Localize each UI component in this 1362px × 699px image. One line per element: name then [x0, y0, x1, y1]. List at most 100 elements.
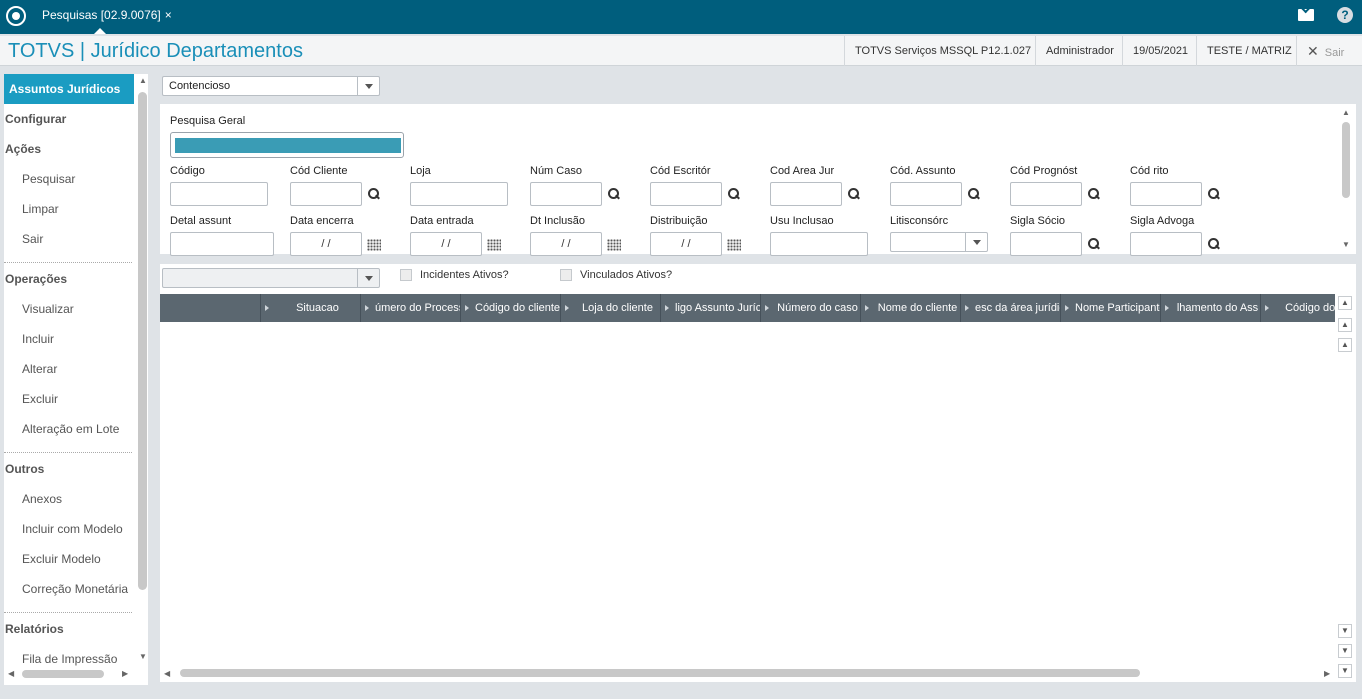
- sidebar-item-visualizar[interactable]: Visualizar: [22, 302, 74, 316]
- vinculados-ativos-checkbox[interactable]: [560, 269, 572, 281]
- totvs-logo-icon[interactable]: [6, 6, 26, 26]
- sidebar-item-correcao-monetaria[interactable]: Correção Monetária: [22, 582, 128, 596]
- scroll-up-icon[interactable]: ▲: [1338, 338, 1352, 352]
- cod-prognostico-input[interactable]: [1010, 182, 1082, 206]
- litisconsorcio-select[interactable]: [890, 232, 988, 252]
- search-icon[interactable]: [368, 188, 380, 200]
- sigla-advogado-input[interactable]: [1130, 232, 1202, 256]
- usu-inclusao-input[interactable]: [770, 232, 868, 256]
- grid-column-header[interactable]: Situacao: [260, 294, 360, 322]
- incidentes-ativos-checkbox[interactable]: [400, 269, 412, 281]
- mail-icon[interactable]: [1298, 9, 1314, 21]
- sidebar-item-assuntos-juridicos[interactable]: Assuntos Jurídicos: [4, 74, 134, 104]
- grid-column-header[interactable]: esc da área jurídic: [960, 294, 1060, 322]
- sidebar-item-configurar[interactable]: Configurar: [5, 112, 66, 126]
- scroll-up-icon[interactable]: ▲: [139, 76, 147, 85]
- scroll-right-icon[interactable]: ▶: [1324, 669, 1330, 678]
- loja-input[interactable]: [410, 182, 508, 206]
- sidebar-item-limpar[interactable]: Limpar: [22, 202, 59, 216]
- calendar-icon[interactable]: [367, 239, 381, 251]
- detal-assunto-input[interactable]: [170, 232, 274, 256]
- scrollbar-thumb[interactable]: [180, 669, 1140, 677]
- scroll-page-down-icon[interactable]: ▼: [1338, 644, 1352, 658]
- scrollbar-thumb[interactable]: [138, 92, 147, 590]
- field-label-detal-assunto: Detal assunt: [170, 215, 232, 227]
- search-icon[interactable]: [1208, 188, 1220, 200]
- sort-icon: [965, 305, 969, 311]
- sigla-socio-input[interactable]: [1010, 232, 1082, 256]
- scroll-up-icon[interactable]: ▲: [1342, 108, 1350, 117]
- grid-column-header[interactable]: Código do as: [1260, 294, 1335, 322]
- scroll-bottom-icon[interactable]: ▼: [1338, 664, 1352, 678]
- grid-vertical-scrollbar[interactable]: ▲ ▲ ▲ ▼ ▼ ▼: [1336, 294, 1356, 682]
- grid-column-header[interactable]: úmero do Process: [360, 294, 460, 322]
- sidebar-item-fila-de-impressao[interactable]: Fila de Impressão: [22, 652, 117, 666]
- sidebar-item-pesquisar[interactable]: Pesquisar: [22, 172, 75, 186]
- scroll-left-icon[interactable]: ◀: [164, 669, 170, 678]
- sidebar-item-alterar[interactable]: Alterar: [22, 362, 57, 376]
- scroll-down-icon[interactable]: ▼: [139, 652, 147, 661]
- sidebar-item-incluir[interactable]: Incluir: [22, 332, 54, 346]
- grid-column-header[interactable]: Loja do cliente: [560, 294, 660, 322]
- scroll-down-icon[interactable]: ▼: [1342, 240, 1350, 249]
- distribuicao-input[interactable]: / /: [650, 232, 722, 256]
- search-icon[interactable]: [728, 188, 740, 200]
- process-type-select[interactable]: Contencioso: [162, 76, 380, 96]
- search-icon[interactable]: [968, 188, 980, 200]
- grid-column-header[interactable]: Nome do cliente: [860, 294, 960, 322]
- grid-column-header[interactable]: Número do caso: [760, 294, 860, 322]
- cod-assunto-input[interactable]: [890, 182, 962, 206]
- data-encerramento-input[interactable]: / /: [290, 232, 362, 256]
- cod-escritorio-input[interactable]: [650, 182, 722, 206]
- cod-cliente-input[interactable]: [290, 182, 362, 206]
- grid-column-header[interactable]: ligo Assunto Juríc: [660, 294, 760, 322]
- scroll-page-up-icon[interactable]: ▲: [1338, 318, 1352, 332]
- scroll-top-icon[interactable]: ▲: [1338, 296, 1352, 310]
- num-caso-input[interactable]: [530, 182, 602, 206]
- sidebar-item-incluir-com-modelo[interactable]: Incluir com Modelo: [22, 522, 123, 536]
- search-icon[interactable]: [1208, 238, 1220, 250]
- logout-button[interactable]: ✕ Sair: [1296, 36, 1344, 66]
- search-icon[interactable]: [1088, 238, 1100, 250]
- sidebar-item-sair[interactable]: Sair: [22, 232, 43, 246]
- sidebar-vertical-scrollbar[interactable]: ▲ ▼: [137, 74, 148, 664]
- search-icon[interactable]: [608, 188, 620, 200]
- data-entrada-input[interactable]: / /: [410, 232, 482, 256]
- sort-icon: [765, 305, 769, 311]
- grid-column-header[interactable]: lhamento do Ass: [1160, 294, 1260, 322]
- sidebar-item-excluir-modelo[interactable]: Excluir Modelo: [22, 552, 101, 566]
- search-icon[interactable]: [848, 188, 860, 200]
- date-label: 19/05/2021: [1122, 36, 1198, 66]
- calendar-icon[interactable]: [607, 239, 621, 251]
- chevron-down-icon[interactable]: [357, 269, 379, 287]
- field-label-codigo: Código: [170, 165, 205, 177]
- grid-column-header[interactable]: Nome Participante: [1060, 294, 1160, 322]
- scrollbar-thumb[interactable]: [1342, 122, 1350, 198]
- calendar-icon[interactable]: [727, 239, 741, 251]
- tab-close-icon[interactable]: ×: [165, 8, 172, 22]
- cod-rito-input[interactable]: [1130, 182, 1202, 206]
- calendar-icon[interactable]: [487, 239, 501, 251]
- view-select[interactable]: [162, 268, 380, 288]
- dt-inclusao-input[interactable]: / /: [530, 232, 602, 256]
- tab-pesquisas[interactable]: Pesquisas [02.9.0076] ×: [36, 4, 178, 34]
- grid-horizontal-scrollbar[interactable]: ◀ ▶: [160, 666, 1336, 680]
- general-search-input[interactable]: [170, 132, 404, 158]
- scroll-right-icon[interactable]: ▶: [122, 669, 128, 678]
- grid-column-header[interactable]: Código do cliente: [460, 294, 560, 322]
- grid-column-header[interactable]: [160, 294, 260, 322]
- scroll-down-icon[interactable]: ▼: [1338, 624, 1352, 638]
- search-panel-scrollbar[interactable]: ▲ ▼: [1340, 104, 1356, 254]
- sidebar-item-anexos[interactable]: Anexos: [22, 492, 62, 506]
- chevron-down-icon[interactable]: [965, 233, 987, 251]
- search-icon[interactable]: [1088, 188, 1100, 200]
- sidebar-item-excluir[interactable]: Excluir: [22, 392, 58, 406]
- scroll-left-icon[interactable]: ◀: [8, 669, 14, 678]
- chevron-down-icon[interactable]: [357, 77, 379, 95]
- scrollbar-thumb[interactable]: [22, 670, 104, 678]
- sidebar-item-alteracao-em-lote[interactable]: Alteração em Lote: [22, 422, 119, 436]
- sidebar-horizontal-scrollbar[interactable]: ◀ ▶: [4, 666, 134, 680]
- cod-area-jur-input[interactable]: [770, 182, 842, 206]
- help-icon[interactable]: ?: [1337, 7, 1353, 23]
- codigo-input[interactable]: [170, 182, 268, 206]
